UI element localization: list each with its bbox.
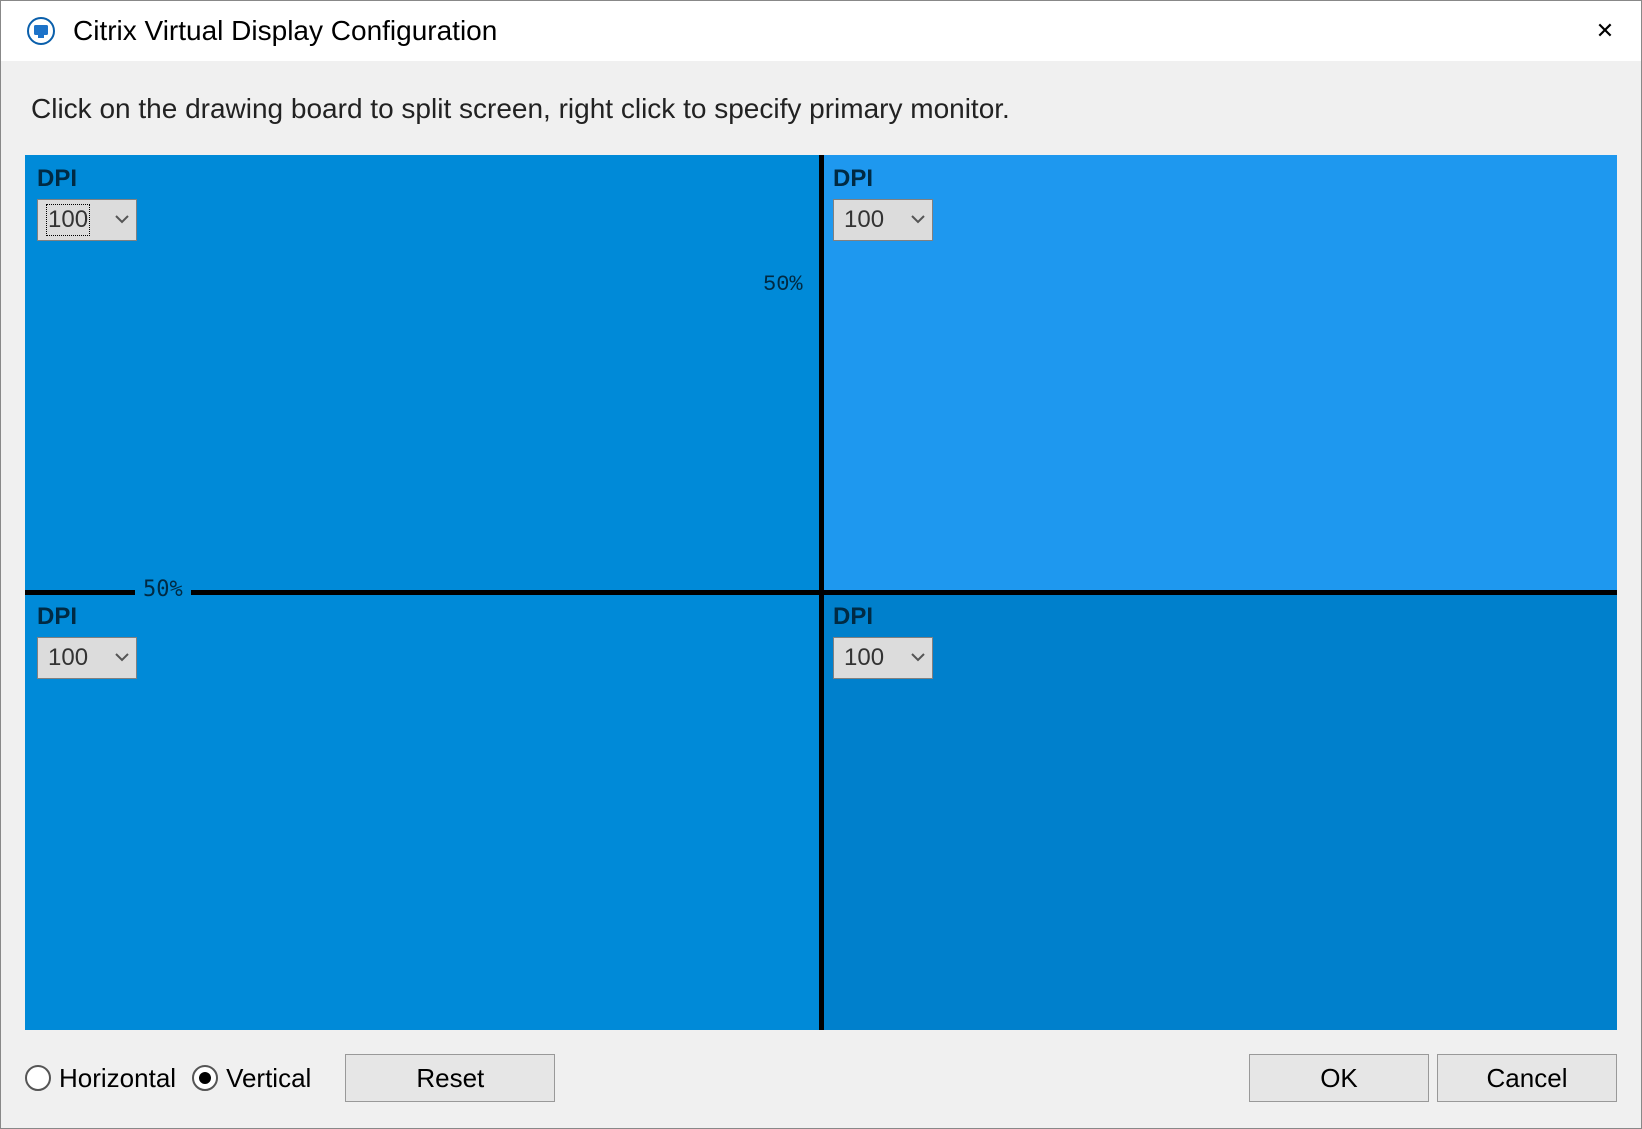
close-button[interactable]: ✕ xyxy=(1577,7,1633,55)
radio-label: Horizontal xyxy=(59,1063,176,1094)
monitor-quadrant-bottom-right[interactable]: DPI 100 xyxy=(821,593,1617,1031)
dpi-select-bottom-left[interactable]: 100 xyxy=(37,637,137,679)
app-icon xyxy=(25,15,57,47)
dpi-label: DPI xyxy=(833,603,1605,631)
instruction-text: Click on the drawing board to split scre… xyxy=(31,93,1611,125)
monitor-quadrant-bottom-left[interactable]: DPI 100 xyxy=(25,593,821,1031)
ok-button[interactable]: OK xyxy=(1249,1054,1429,1102)
dialog-window: Citrix Virtual Display Configuration ✕ C… xyxy=(0,0,1642,1129)
bottom-toolbar: Horizontal Vertical Reset OK Cancel xyxy=(25,1048,1617,1108)
dpi-label: DPI xyxy=(37,165,809,193)
dpi-value: 100 xyxy=(844,206,884,234)
radio-icon xyxy=(25,1065,51,1091)
chevron-down-icon xyxy=(114,206,130,234)
client-area: Click on the drawing board to split scre… xyxy=(1,61,1641,1128)
radio-label: Vertical xyxy=(226,1063,311,1094)
radio-icon xyxy=(192,1065,218,1091)
dpi-select-top-right[interactable]: 100 xyxy=(833,199,933,241)
dpi-select-top-left[interactable]: 100 xyxy=(37,199,137,241)
orientation-radio-horizontal[interactable]: Horizontal xyxy=(25,1063,176,1094)
chevron-down-icon xyxy=(910,206,926,234)
dpi-value: 100 xyxy=(844,644,884,672)
titlebar: Citrix Virtual Display Configuration ✕ xyxy=(1,1,1641,61)
dpi-value: 100 xyxy=(48,644,88,672)
close-icon: ✕ xyxy=(1596,18,1614,44)
chevron-down-icon xyxy=(114,644,130,672)
monitor-quadrant-top-left[interactable]: DPI 100 xyxy=(25,155,821,593)
monitor-quadrant-top-right[interactable]: DPI 100 xyxy=(821,155,1617,593)
dpi-label: DPI xyxy=(833,165,1605,193)
vertical-split-percent: 50% xyxy=(759,272,807,297)
window-title: Citrix Virtual Display Configuration xyxy=(73,15,1577,47)
orientation-radio-vertical[interactable]: Vertical xyxy=(192,1063,311,1094)
dpi-value: 100 xyxy=(48,206,88,234)
reset-button[interactable]: Reset xyxy=(345,1054,555,1102)
cancel-button[interactable]: Cancel xyxy=(1437,1054,1617,1102)
drawing-board[interactable]: DPI 100 DPI 100 xyxy=(25,155,1617,1030)
chevron-down-icon xyxy=(910,644,926,672)
dpi-select-bottom-right[interactable]: 100 xyxy=(833,637,933,679)
dpi-label: DPI xyxy=(37,603,809,631)
vertical-split-line[interactable] xyxy=(819,155,824,1030)
